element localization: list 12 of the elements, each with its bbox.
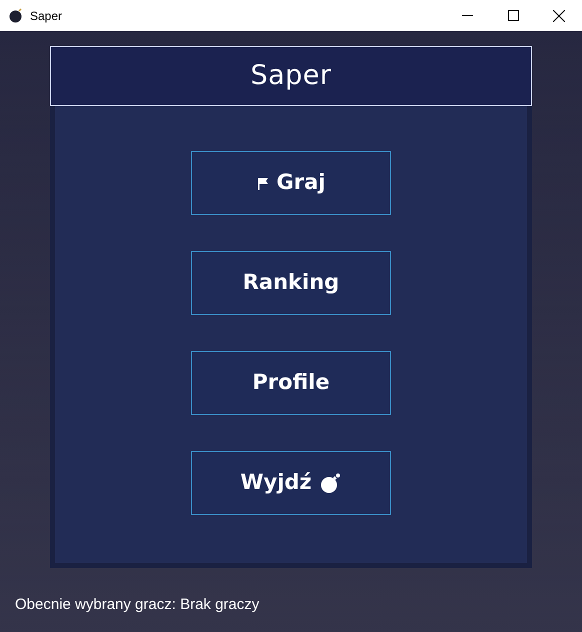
flag-icon	[256, 176, 269, 190]
menu-button[interactable]: Wyjdź	[191, 451, 391, 515]
menu-button[interactable]: Ranking	[191, 251, 391, 315]
app-title: Saper	[250, 58, 332, 93]
close-icon	[553, 10, 565, 22]
window-title: Saper	[30, 8, 62, 24]
bomb-icon	[9, 8, 23, 23]
status-text: Obecnie wybrany gracz: Brak graczy	[15, 595, 260, 615]
bomb-icon	[320, 472, 342, 494]
maximize-icon	[508, 10, 518, 21]
menu-button[interactable]: Profile	[191, 351, 391, 415]
menu-button[interactable]: Graj	[191, 151, 391, 215]
